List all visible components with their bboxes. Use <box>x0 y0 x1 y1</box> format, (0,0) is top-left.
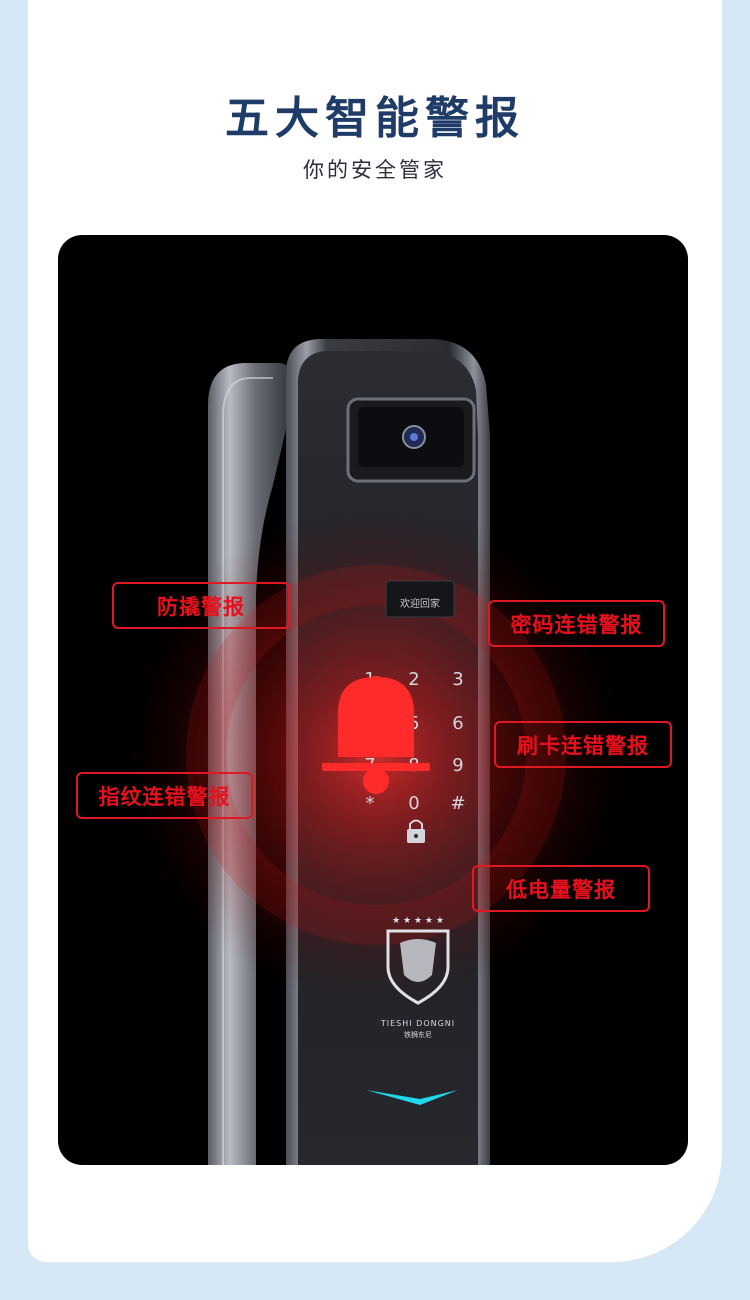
keypad-key[interactable]: 0 <box>408 793 419 814</box>
keypad-key[interactable]: 6 <box>452 713 463 734</box>
keypad-key[interactable]: 3 <box>452 669 463 690</box>
product-image-panel: 欢迎回家 123456789*0# ★ ★ ★ ★ ★ TIESHI DONGN… <box>58 235 688 1165</box>
lock-display-text: 欢迎回家 <box>400 597 440 610</box>
brand-name: TIESHI DONGNI <box>380 1019 455 1028</box>
alarm-tag-card: 刷卡连错警报 <box>494 721 672 768</box>
smart-lock-illustration: 欢迎回家 123456789*0# ★ ★ ★ ★ ★ TIESHI DONGN… <box>126 339 626 1165</box>
keypad-key[interactable]: * <box>366 793 375 814</box>
page-subtitle: 你的安全管家 <box>303 158 447 182</box>
alarm-card-label: 刷卡连错警报 <box>517 733 649 758</box>
svg-text:★ ★ ★ ★ ★: ★ ★ ★ ★ ★ <box>392 916 444 926</box>
keypad-key[interactable]: 9 <box>452 755 463 776</box>
page-title: 五大智能警报 <box>225 93 525 144</box>
alarm-password-label: 密码连错警报 <box>510 612 643 637</box>
alarm-tag-low-battery: 低电量警报 <box>472 865 650 912</box>
doorbell-icon[interactable]: # <box>450 793 465 814</box>
alarm-anti-pry-label: 防撬警报 <box>157 594 245 619</box>
alarm-tag-anti-pry: 防撬警报 <box>112 582 290 629</box>
alarm-fingerprint-label: 指纹连错警报 <box>98 784 231 809</box>
alarm-tag-fingerprint: 指纹连错警报 <box>76 772 253 819</box>
alarm-low-battery-label: 低电量警报 <box>506 877 616 902</box>
alarm-tag-password: 密码连错警报 <box>488 600 665 647</box>
brand-name-cn: 铁狮东尼 <box>404 1030 432 1039</box>
keypad-key[interactable]: 2 <box>408 669 419 690</box>
